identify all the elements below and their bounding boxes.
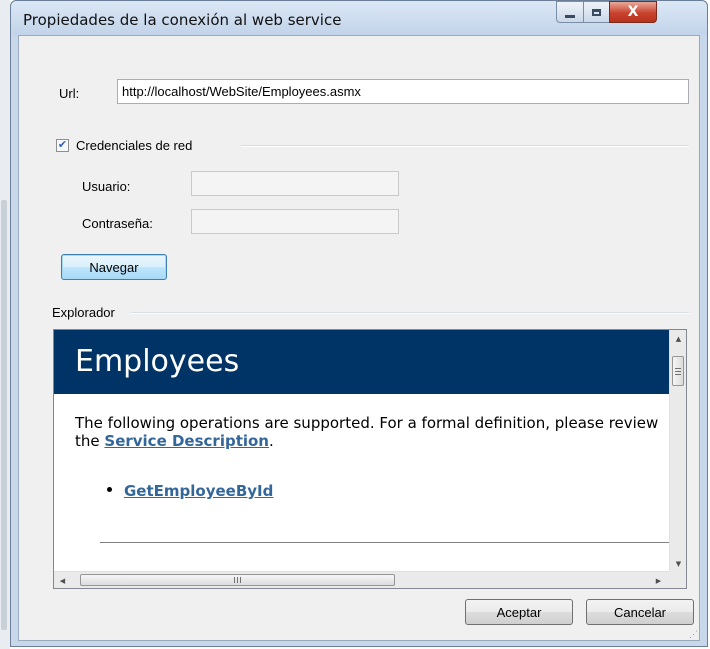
- scrollbar-corner: [669, 571, 686, 588]
- dialog-window: Propiedades de la conexión al web servic…: [10, 0, 708, 647]
- web-separator: [100, 542, 670, 543]
- minimize-button[interactable]: [556, 1, 584, 23]
- operation-link-get-employee-by-id[interactable]: GetEmployeeById: [124, 482, 273, 500]
- url-input[interactable]: [117, 79, 689, 104]
- web-page-title: Employees: [75, 344, 240, 379]
- title-bar[interactable]: Propiedades de la conexión al web servic…: [11, 1, 707, 35]
- user-input[interactable]: [191, 171, 399, 196]
- background-scrollbar: [1, 200, 7, 630]
- explorer-label: Explorador: [52, 305, 115, 320]
- scroll-up-icon[interactable]: ▲: [670, 330, 686, 347]
- minimize-icon: [565, 14, 575, 18]
- cancel-button[interactable]: Cancelar: [586, 599, 694, 625]
- password-input[interactable]: [191, 209, 399, 234]
- scroll-left-icon[interactable]: ◀: [54, 572, 71, 588]
- service-description-link[interactable]: Service Description: [104, 432, 269, 450]
- vertical-scrollbar[interactable]: ▲ ▼: [669, 330, 686, 572]
- horizontal-scroll-thumb[interactable]: [80, 574, 395, 586]
- credentials-checkbox[interactable]: ✔: [56, 139, 69, 152]
- dialog-client-area: Url: ✔ Credenciales de red Usuario: Cont…: [18, 35, 700, 641]
- web-browser[interactable]: Employees The following operations are s…: [53, 329, 687, 589]
- user-label: Usuario:: [82, 179, 131, 194]
- ok-button[interactable]: Aceptar: [465, 599, 573, 625]
- window-title: Propiedades de la conexión al web servic…: [23, 11, 342, 29]
- credentials-label: Credenciales de red: [76, 138, 193, 153]
- check-icon: ✔: [57, 139, 68, 151]
- explorer-group-divider: [131, 312, 689, 314]
- web-intro-text: The following operations are supported. …: [75, 414, 665, 450]
- scroll-down-icon[interactable]: ▼: [670, 555, 686, 572]
- navigate-button[interactable]: Navegar: [61, 254, 167, 280]
- close-button[interactable]: X: [609, 1, 657, 23]
- operation-list-item: GetEmployeeById: [107, 482, 273, 500]
- background-desktop: [0, 0, 10, 649]
- password-label: Contraseña:: [82, 216, 153, 231]
- maximize-button[interactable]: [583, 1, 610, 23]
- url-label: Url:: [59, 86, 80, 101]
- web-intro-end: .: [269, 432, 274, 450]
- close-icon: X: [627, 4, 639, 20]
- resize-grip-icon[interactable]: ⋰: [689, 630, 698, 639]
- scroll-right-icon[interactable]: ▶: [650, 572, 667, 588]
- web-page-header: Employees: [54, 330, 670, 394]
- vertical-scroll-thumb[interactable]: [672, 356, 684, 386]
- credentials-group-divider: [241, 145, 689, 147]
- horizontal-scrollbar[interactable]: ◀ ▶: [54, 571, 670, 588]
- maximize-icon: [592, 8, 601, 16]
- bullet-icon: [107, 487, 112, 492]
